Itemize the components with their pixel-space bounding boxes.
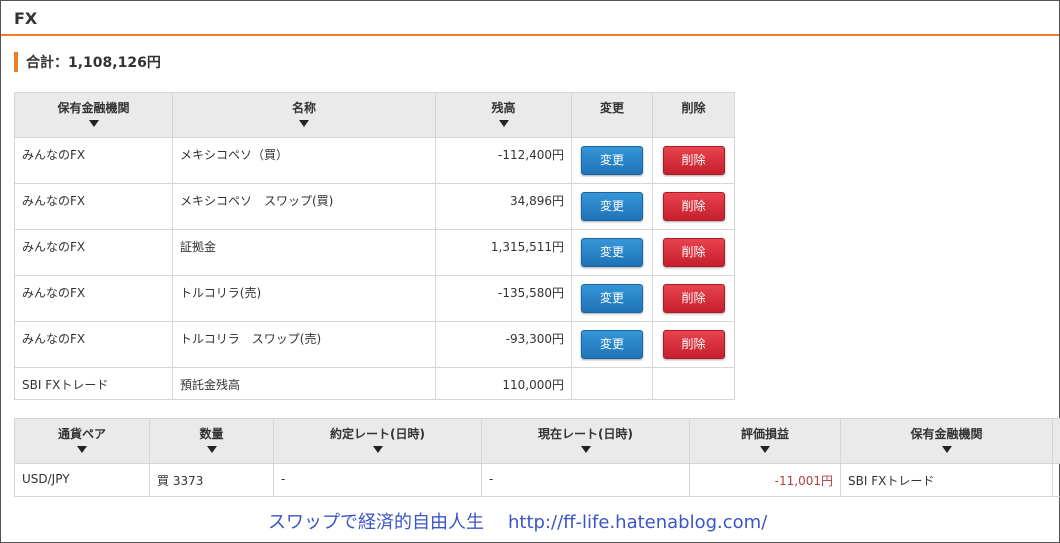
col-header-label: 現在レート(日時) — [538, 427, 633, 441]
cell-institution: SBI FXトレード — [840, 463, 1053, 497]
cell-balance: -93,300円 — [435, 321, 572, 368]
section-divider — [1, 34, 1059, 36]
cell-current-rate: - — [481, 463, 690, 497]
cell-delete: 削除 — [652, 321, 735, 368]
edit-button[interactable]: 変更 — [581, 284, 643, 313]
col-header-label: 名称 — [291, 101, 316, 115]
edit-button[interactable]: 変更 — [581, 238, 643, 267]
table-row: USD/JPY 買 3373 - - -11,001円 SBI FXトレード — [14, 463, 1060, 497]
delete-button[interactable]: 削除 — [662, 284, 725, 313]
sort-down-icon[interactable] — [77, 446, 87, 453]
col-header-institution[interactable]: 保有金融機関 — [14, 92, 173, 138]
col-header-label: 約定レート(日時) — [330, 427, 425, 441]
table-header-row: 保有金融機関 名称 残高 変更 削除 — [14, 92, 735, 138]
cell-pair: USD/JPY — [14, 463, 150, 497]
position-table: 通貨ペア 数量 約定レート(日時) 現在レート(日時) 評価損益 保有金融機関 — [14, 418, 1060, 497]
col-header-balance[interactable]: 残高 — [435, 92, 572, 138]
total-label: 合計：1,108,126円 — [26, 55, 161, 71]
col-header-label: 変更 — [599, 101, 624, 115]
cell-name: トルコリラ(売) — [172, 275, 436, 322]
cell-balance: -135,580円 — [435, 275, 572, 322]
cell-balance: 1,315,511円 — [435, 229, 572, 276]
accent-bar — [14, 52, 18, 72]
col-header-quantity[interactable]: 数量 — [149, 418, 274, 464]
cell-name: トルコリラ スワップ(売) — [172, 321, 436, 368]
cell-delete: 削除 — [652, 137, 735, 184]
cell-delete: 削除 — [652, 229, 735, 276]
col-header-label: 保有金融機関 — [57, 101, 130, 115]
col-header-edit: 変更 — [571, 92, 653, 138]
cell-edit-empty — [571, 367, 653, 400]
col-header-label: 通貨ペア — [57, 427, 106, 441]
table-row: みんなのFX トルコリラ(売) -135,580円 変更 削除 — [14, 275, 735, 322]
sort-down-icon[interactable] — [299, 120, 309, 127]
delete-button[interactable]: 削除 — [662, 192, 725, 221]
col-header-pair[interactable]: 通貨ペア — [14, 418, 150, 464]
cell-institution: みんなのFX — [14, 275, 173, 322]
table-row: みんなのFX トルコリラ スワップ(売) -93,300円 変更 削除 — [14, 321, 735, 368]
col-header-institution[interactable]: 保有金融機関 — [840, 418, 1053, 464]
cell-edit: 変更 — [571, 229, 653, 276]
cell-delete-empty — [652, 367, 735, 400]
col-header-pnl[interactable]: 評価損益 — [689, 418, 841, 464]
sort-down-icon[interactable] — [372, 446, 383, 453]
cell-balance: -112,400円 — [435, 137, 572, 184]
cell-institution: みんなのFX — [14, 321, 173, 368]
cell-name: 預託金残高 — [172, 367, 436, 400]
delete-button[interactable]: 削除 — [662, 238, 725, 267]
edit-button[interactable]: 変更 — [581, 146, 643, 175]
sort-down-icon[interactable] — [88, 120, 99, 127]
col-header-delete: 削除 — [652, 92, 735, 138]
delete-button[interactable]: 削除 — [662, 146, 725, 175]
blog-url: http://ff-life.hatenablog.com/ — [508, 512, 768, 533]
delete-button[interactable]: 削除 — [662, 330, 725, 359]
table-row: みんなのFX メキシコペソ（買） -112,400円 変更 削除 — [14, 137, 735, 184]
col-header-label: 削除 — [681, 101, 706, 115]
cell-contract-rate: - — [273, 463, 482, 497]
col-header-current-rate[interactable]: 現在レート(日時) — [481, 418, 690, 464]
blog-watermark: スワップで経済的自由人生 http://ff-life.hatenablog.co… — [268, 508, 767, 534]
cell-quantity: 買 3373 — [149, 463, 274, 497]
cell-institution: SBI FXトレード — [14, 367, 173, 400]
cell-institution: みんなのFX — [14, 229, 173, 276]
cell-institution: みんなのFX — [14, 183, 173, 230]
table-row: SBI FXトレード 預託金残高 110,000円 — [14, 367, 735, 400]
blog-name: スワップで経済的自由人生 — [268, 512, 484, 533]
cell-overflow — [1052, 463, 1060, 497]
cell-edit: 変更 — [571, 137, 653, 184]
sort-down-icon[interactable] — [941, 446, 952, 453]
cell-edit: 変更 — [571, 321, 653, 368]
cell-name: 証拠金 — [172, 229, 436, 276]
cell-edit: 変更 — [571, 275, 653, 322]
cell-name: メキシコペソ スワップ(買) — [172, 183, 436, 230]
col-header-label: 評価損益 — [740, 427, 789, 441]
edit-button[interactable]: 変更 — [581, 192, 643, 221]
col-header-label: 数量 — [199, 427, 224, 441]
sort-down-icon[interactable] — [206, 446, 217, 453]
cell-name: メキシコペソ（買） — [172, 137, 436, 184]
col-header-overflow — [1052, 418, 1060, 464]
col-header-label: 残高 — [491, 101, 516, 115]
sort-down-icon[interactable] — [580, 446, 591, 453]
table-row: みんなのFX 証拠金 1,315,511円 変更 削除 — [14, 229, 735, 276]
cell-balance: 34,896円 — [435, 183, 572, 230]
col-header-contract-rate[interactable]: 約定レート(日時) — [273, 418, 482, 464]
col-header-name[interactable]: 名称 — [172, 92, 436, 138]
cell-pnl: -11,001円 — [689, 463, 841, 497]
table-row: みんなのFX メキシコペソ スワップ(買) 34,896円 変更 削除 — [14, 183, 735, 230]
cell-delete: 削除 — [652, 275, 735, 322]
asset-table: 保有金融機関 名称 残高 変更 削除 みんなのFX メキシコペソ（買） -112… — [14, 92, 735, 400]
col-header-label: 保有金融機関 — [910, 427, 983, 441]
cell-institution: みんなのFX — [14, 137, 173, 184]
cell-balance: 110,000円 — [435, 367, 572, 400]
sort-down-icon[interactable] — [498, 120, 509, 127]
cell-edit: 変更 — [571, 183, 653, 230]
edit-button[interactable]: 変更 — [581, 330, 643, 359]
section-title: FX — [14, 9, 38, 28]
cell-delete: 削除 — [652, 183, 735, 230]
total-summary: 合計：1,108,126円 — [14, 52, 161, 72]
sort-down-icon[interactable] — [760, 446, 770, 453]
table-header-row: 通貨ペア 数量 約定レート(日時) 現在レート(日時) 評価損益 保有金融機関 — [14, 418, 1060, 464]
